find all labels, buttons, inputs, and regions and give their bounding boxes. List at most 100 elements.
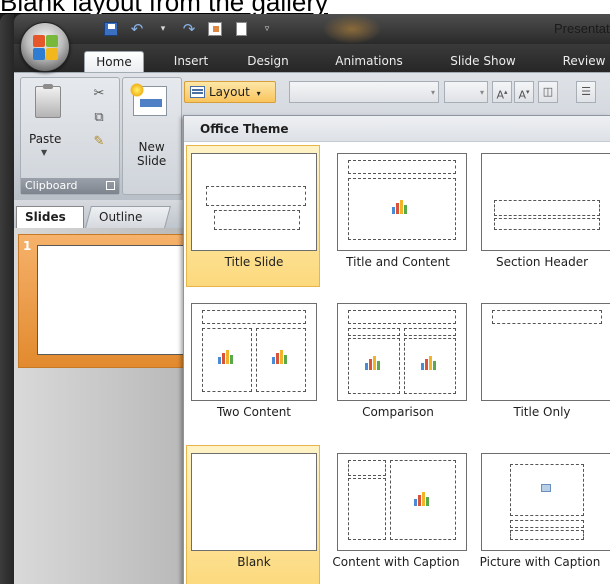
title-bar: ↶ ▾ ↷ ▿ Presentati bbox=[14, 14, 610, 44]
title-placeholder bbox=[348, 310, 456, 324]
layout-icon bbox=[190, 86, 205, 98]
grow-font-button[interactable]: A▴ bbox=[492, 81, 512, 103]
content-icons-icon bbox=[392, 200, 410, 214]
font-dropdown-icon: ▾ bbox=[430, 88, 435, 97]
title-placeholder bbox=[510, 520, 584, 528]
layout-button[interactable]: Layout ▾ bbox=[184, 81, 276, 103]
layout-section-header[interactable]: Section Header bbox=[474, 145, 610, 287]
title-placeholder bbox=[348, 160, 456, 174]
layout-name: Title Slide bbox=[224, 255, 284, 269]
tab-animations[interactable]: Animations bbox=[326, 51, 412, 73]
layout-preview bbox=[191, 303, 317, 401]
new-slide-label[interactable]: New Slide bbox=[137, 140, 166, 168]
layout-preview bbox=[337, 303, 467, 401]
save-icon bbox=[104, 22, 118, 36]
title-glow bbox=[322, 14, 382, 44]
tab-design[interactable]: Design bbox=[240, 51, 296, 73]
paste-label[interactable]: Paste bbox=[29, 132, 61, 146]
clear-format-button[interactable]: ◫ bbox=[538, 81, 558, 103]
slides-pane: Slides Outline 1 bbox=[14, 200, 187, 584]
title-placeholder bbox=[348, 460, 386, 476]
content-icons-icon bbox=[272, 350, 290, 364]
slide-thumbnail[interactable] bbox=[37, 245, 187, 355]
open-icon bbox=[208, 22, 222, 36]
new-document-icon bbox=[235, 22, 247, 36]
quick-access-toolbar: ↶ ▾ ↷ ▿ bbox=[102, 19, 276, 39]
size-dropdown-icon: ▾ bbox=[479, 88, 484, 97]
layout-picture-with-caption[interactable]: Picture with Caption bbox=[474, 445, 610, 584]
dialog-launcher-icon[interactable] bbox=[106, 181, 115, 190]
tab-review[interactable]: Review bbox=[554, 51, 610, 73]
redo-icon: ↷ bbox=[182, 20, 196, 38]
new-slide-icon[interactable] bbox=[130, 83, 167, 116]
office-button[interactable] bbox=[20, 22, 70, 72]
picture-icon bbox=[541, 484, 551, 492]
layout-title-only[interactable]: Title Only bbox=[474, 295, 610, 437]
text-placeholder bbox=[494, 218, 600, 230]
layout-name: Title Only bbox=[513, 405, 571, 419]
format-painter-icon[interactable]: ✎ bbox=[91, 134, 107, 150]
layout-name: Blank bbox=[237, 555, 271, 569]
tab-outline-label: Outline bbox=[99, 210, 143, 224]
undo-button[interactable]: ↶ bbox=[128, 20, 146, 38]
layout-name: Content with Caption bbox=[332, 555, 460, 569]
tab-insert[interactable]: Insert bbox=[166, 51, 216, 73]
paste-icon[interactable] bbox=[35, 84, 61, 118]
layout-name: Picture with Caption bbox=[479, 555, 601, 569]
customize-qat-button[interactable]: ▿ bbox=[258, 20, 276, 38]
heading-placeholder-right bbox=[404, 328, 456, 336]
clipboard-group-label: Clipboard bbox=[21, 178, 119, 194]
layout-preview bbox=[337, 153, 467, 251]
tab-slides[interactable]: Slides bbox=[16, 206, 84, 228]
bullets-button[interactable]: ☰ bbox=[576, 81, 596, 103]
title-placeholder bbox=[202, 310, 306, 324]
layout-preview bbox=[481, 453, 610, 551]
title-placeholder bbox=[492, 310, 602, 324]
slide-number: 1 bbox=[23, 239, 32, 253]
layout-name: Section Header bbox=[495, 255, 589, 269]
layout-title-slide[interactable]: Title Slide bbox=[186, 145, 320, 287]
chevron-down-icon: ▾ bbox=[256, 89, 261, 98]
window-title: Presentati bbox=[554, 21, 610, 36]
tab-slide-show[interactable]: Slide Show bbox=[442, 51, 524, 73]
layout-name: Comparison bbox=[362, 405, 434, 419]
title-placeholder bbox=[494, 200, 600, 216]
ribbon-tabs: Home Insert Design Animations Slide Show… bbox=[14, 44, 610, 73]
cut-icon[interactable]: ✂ bbox=[91, 86, 107, 102]
layout-content-with-caption[interactable]: Content with Caption bbox=[330, 445, 467, 584]
clipboard-group: Paste ▼ ✂ ⧉ ✎ Clipboard bbox=[20, 77, 120, 195]
new-button[interactable] bbox=[232, 20, 250, 38]
layout-label: Layout bbox=[209, 85, 250, 99]
slide-thumbnail-selected[interactable]: 1 bbox=[18, 234, 187, 368]
qat-dropdown[interactable]: ▾ bbox=[154, 20, 172, 38]
tab-outline[interactable]: Outline bbox=[85, 206, 171, 228]
layout-two-content[interactable]: Two Content bbox=[186, 295, 320, 437]
open-button[interactable] bbox=[206, 20, 224, 38]
layout-title-and-content[interactable]: Title and Content bbox=[330, 145, 467, 287]
save-button[interactable] bbox=[102, 20, 120, 38]
caption-strip: Blank layout from the gallery bbox=[0, 0, 610, 14]
layout-comparison[interactable]: Comparison bbox=[330, 295, 467, 437]
redo-button[interactable]: ↷ bbox=[180, 20, 198, 38]
font-name-combo[interactable]: ▾ bbox=[289, 81, 439, 103]
caption-placeholder bbox=[510, 530, 584, 540]
gallery-header: Office Theme bbox=[184, 116, 610, 142]
layout-preview bbox=[191, 453, 317, 551]
text-placeholder bbox=[348, 478, 386, 540]
slides-group: New Slide bbox=[122, 77, 182, 195]
font-size-combo[interactable]: ▾ bbox=[444, 81, 488, 103]
heading-placeholder-left bbox=[348, 328, 400, 336]
subtitle-placeholder bbox=[214, 210, 300, 230]
content-icons-icon bbox=[365, 356, 383, 370]
paste-dropdown-arrow[interactable]: ▼ bbox=[41, 148, 47, 157]
content-icons-icon bbox=[218, 350, 236, 364]
office-logo-icon bbox=[33, 35, 59, 61]
layout-preview bbox=[191, 153, 317, 251]
tab-home[interactable]: Home bbox=[84, 51, 144, 73]
copy-icon[interactable]: ⧉ bbox=[91, 110, 107, 126]
shrink-font-button[interactable]: A▾ bbox=[514, 81, 534, 103]
layout-gallery: Office Theme Title Slide Title and Conte… bbox=[183, 115, 610, 584]
layout-blank[interactable]: Blank bbox=[186, 445, 320, 584]
pane-tabs: Slides Outline bbox=[14, 200, 184, 228]
layout-name: Two Content bbox=[216, 405, 292, 419]
